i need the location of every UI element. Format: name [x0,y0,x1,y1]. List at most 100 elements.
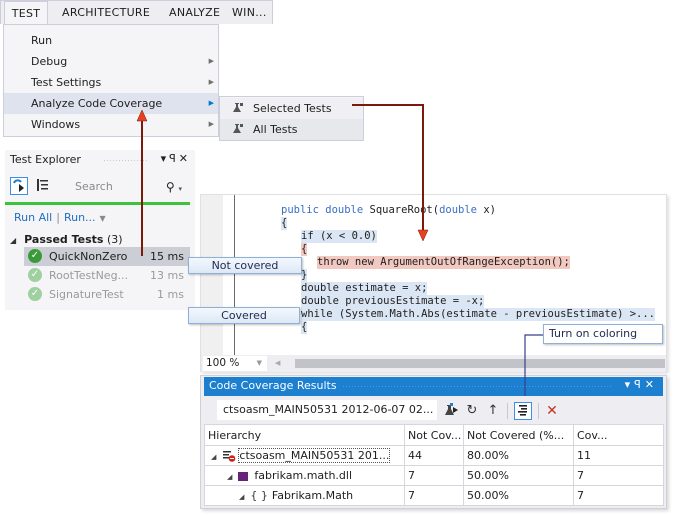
run-link[interactable]: Run... [64,211,96,224]
drag-grip[interactable] [342,385,612,389]
passed-check-icon: ✓ [28,268,42,282]
menu-item-run[interactable]: Run [4,30,218,51]
zoom-level: 100 % [206,357,240,369]
search-placeholder: Search [75,180,113,193]
expand-triangle-icon[interactable]: ◢ [239,493,244,501]
column-header-not-covered-pct[interactable]: Not Covered (%... [463,424,574,446]
collapse-triangle-icon[interactable]: ◢ [10,236,16,245]
submenu-arrow-icon: ▶ [208,78,214,86]
drag-grip[interactable] [103,159,148,163]
submenu-item-selected-tests[interactable]: Selected Tests [220,98,363,119]
menu-bar: TEST ARCHITECTURE ANALYZE WIN... [0,0,273,25]
code-coverage-results-panel: Code Coverage Results ▾ꟼ✕ ctsoasm_MAIN50… [200,375,667,509]
code-line: public double SquareRoot(double x) [281,204,496,217]
merge-results-icon[interactable]: ↻ [463,402,481,420]
test-row[interactable]: ✓ RootTestNeg... 13 ms [24,266,190,285]
menu-item-debug[interactable]: Debug ▶ [4,51,218,72]
expand-triangle-icon[interactable]: ◢ [227,473,232,481]
dropdown-icon[interactable]: ▾ [161,152,170,165]
close-icon[interactable]: ✕ [645,378,658,391]
column-header-not-covered[interactable]: Not Cov... [404,424,464,446]
not-covered-pct-value: 50.00% [463,465,574,486]
row-name: fabrikam.math.dll [254,469,353,482]
menu-window[interactable]: WIN... [226,1,273,25]
editor-margin [201,195,223,355]
export-results-icon[interactable]: ↑ [484,402,502,420]
coverage-title: Code Coverage Results [209,379,337,392]
zoom-level-select[interactable]: 100 % ▼ [203,356,267,371]
test-flask-icon [233,124,243,133]
run-all-link[interactable]: Run All [14,211,52,224]
table-row[interactable]: ◢ fabrikam.math.dll 7 50.00% 7 [204,465,664,486]
pin-icon[interactable]: ꟼ [169,152,179,165]
expand-triangle-icon[interactable]: ◢ [211,453,216,461]
menu-item-test-settings[interactable]: Test Settings ▶ [4,72,218,93]
test-search-input[interactable]: Search ⚲ ▾ [75,177,190,197]
close-icon[interactable]: ✕ [179,152,191,165]
show-code-coloring-icon[interactable] [514,402,532,420]
coverage-run-select[interactable]: ctsoasm_MAIN50531 2012-06-07 02... [217,400,437,420]
submenu-item-label: Selected Tests [253,102,332,115]
scroll-left-icon[interactable]: ◀ [275,356,280,371]
toolbar-separator [507,403,508,419]
coverage-titlebar: Code Coverage Results ▾ꟼ✕ [204,377,663,396]
window-buttons: ▾ꟼ✕ [161,152,191,165]
passed-tests-group[interactable]: ◢ Passed Tests (3) [10,233,123,246]
test-flask-icon [233,103,243,112]
menu-analyze[interactable]: ANALYZE [163,1,226,25]
test-explorer-titlebar: Test Explorer ▾ꟼ✕ [5,150,195,170]
code-text: x) [477,204,496,216]
group-by-icon[interactable] [35,177,53,195]
table-row[interactable]: ◢ { } Fabrikam.Math 7 50.00% 7 [204,485,664,506]
group-label: Passed Tests [24,233,104,246]
toolbar-separator [538,403,539,419]
not-covered-value: 44 [404,445,464,466]
row-name: Fabrikam.Math [271,489,354,502]
group-count: (3) [106,233,123,246]
table-row[interactable]: ◢ ctsoasm_MAIN50531 201... 44 80.00% 11 [204,445,664,466]
coverage-file-icon [222,450,236,462]
menu-architecture[interactable]: ARCHITECTURE [56,1,156,25]
test-duration: 1 ms [157,288,184,301]
test-row[interactable]: ✓ QuickNonZero 15 ms [24,247,190,266]
keyword: double [439,204,477,216]
code-line: double previousEstimate = -x; [301,295,485,308]
covered-value: 11 [573,445,664,466]
menu-item-windows[interactable]: Windows ▶ [4,114,218,135]
not-covered-pct-value: 80.00% [463,445,574,466]
analyze-coverage-icon[interactable] [443,402,461,420]
test-explorer-title: Test Explorer [10,153,81,166]
coverage-table: Hierarchy Not Cov... Not Covered (%... C… [204,424,664,506]
row-name: ctsoasm_MAIN50531 201... [238,448,391,463]
test-name: RootTestNeg... [49,269,129,282]
separator: | [56,211,60,224]
code-line: if (x < 0.0) [301,230,377,243]
menu-item-analyze-code-coverage[interactable]: Analyze Code Coverage ▶ [4,93,218,114]
menu-test[interactable]: TEST [4,1,48,25]
code-line: throw new ArgumentOutOfRangeException(); [317,256,570,269]
search-icon[interactable]: ⚲ ▾ [166,177,182,199]
covered-callout: Covered [188,307,300,324]
submenu-item-all-tests[interactable]: All Tests [220,119,363,140]
run-tests-after-build-icon[interactable] [10,177,28,195]
passed-check-icon: ✓ [28,249,42,263]
pin-icon[interactable]: ꟼ [634,378,645,391]
code-line: { [301,243,308,256]
remove-results-icon[interactable]: ✕ [543,402,561,420]
not-covered-callout: Not covered [188,257,302,274]
editor-gutter-line [234,195,235,355]
submenu-arrow-icon: ▶ [208,57,214,65]
menu-item-label: Test Settings [31,76,102,89]
dropdown-icon[interactable]: ▾ [625,378,635,391]
code-editor[interactable]: public double SquareRoot(double x) { if … [200,194,667,372]
horizontal-scrollbar[interactable] [295,359,665,368]
submenu-arrow-icon: ▶ [208,120,214,128]
test-row[interactable]: ✓ SignatureTest 1 ms [24,285,190,304]
run-dropdown-icon[interactable]: ▼ [100,214,106,223]
keyword: public double [281,204,364,216]
column-header-hierarchy[interactable]: Hierarchy [204,424,405,446]
menu-item-label: Debug [31,55,68,68]
column-header-covered[interactable]: Cov... [573,424,664,446]
covered-value: 7 [573,485,664,506]
code-line: double estimate = x; [301,282,428,295]
